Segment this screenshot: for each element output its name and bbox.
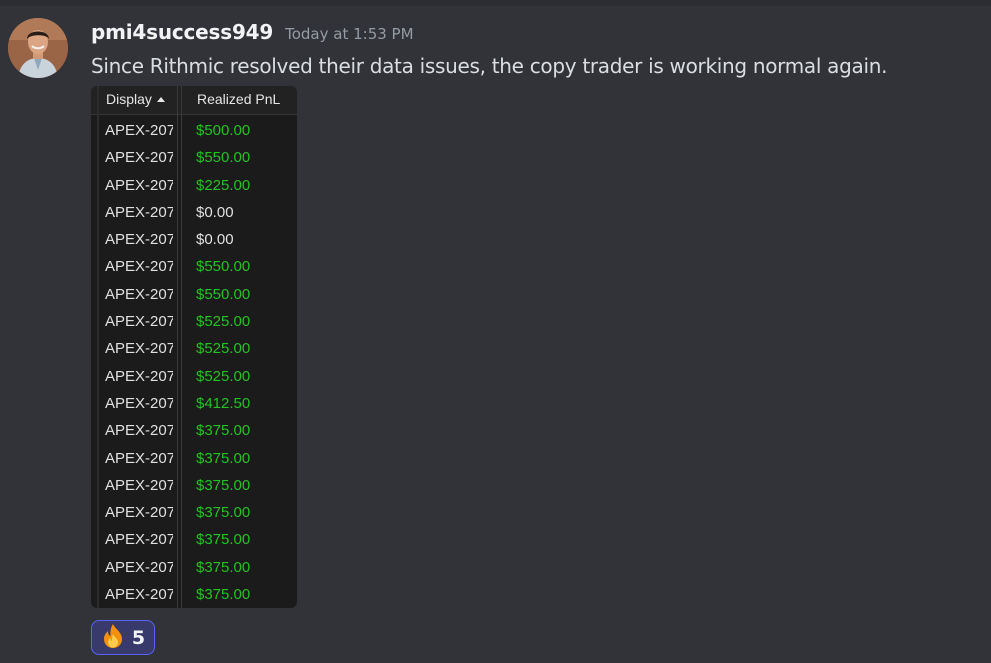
table-row: APEX-207 $0.00 [91, 199, 297, 226]
column-header-display-label: Display [106, 91, 152, 107]
reaction-button[interactable]: 5 [91, 620, 155, 655]
table-row: APEX-207 $375.00 [91, 581, 297, 608]
table-row: APEX-207 $550.00 [91, 253, 297, 280]
cell-display: APEX-207 [105, 258, 173, 276]
table-row: APEX-207 $525.00 [91, 308, 297, 335]
cell-display: APEX-207 [105, 586, 173, 604]
column-header-realized-pnl: Realized PnL [197, 91, 281, 107]
table-row: APEX-207 $500.00 [91, 117, 297, 144]
cell-display: APEX-207 [105, 313, 173, 331]
user-avatar[interactable] [8, 18, 68, 78]
image-attachment[interactable]: Display Realized PnL APEX-207 $500.00 APEX… [91, 86, 297, 608]
cell-realized-pnl: $550.00 [196, 258, 251, 276]
cell-realized-pnl: $375.00 [196, 531, 251, 549]
cell-realized-pnl: $375.00 [196, 558, 251, 576]
sort-ascending-icon [156, 97, 165, 102]
cell-display: APEX-207 [105, 231, 173, 249]
cell-realized-pnl: $525.00 [196, 313, 251, 331]
table-row: APEX-207 $525.00 [91, 335, 297, 362]
cell-realized-pnl: $550.00 [196, 149, 251, 167]
cell-display: APEX-207 [105, 203, 173, 221]
cell-display: APEX-207 [105, 367, 173, 385]
cell-realized-pnl: $225.00 [196, 176, 251, 194]
cell-display: APEX-207 [105, 422, 173, 440]
cell-display: APEX-207 [105, 531, 173, 549]
chat-message: pmi4success949 Today at 1:53 PM Since Ri… [0, 0, 991, 663]
cell-realized-pnl: $500.00 [196, 122, 251, 139]
cell-realized-pnl: $0.00 [196, 203, 234, 221]
cell-display: APEX-207 [105, 476, 173, 494]
message-text: Since Rithmic resolved their data issues… [91, 54, 888, 78]
table-row: APEX-207 $550.00 [91, 281, 297, 308]
cell-display: APEX-207 [105, 149, 173, 167]
cell-display: APEX-207 [105, 504, 173, 522]
cell-realized-pnl: $412.50 [196, 394, 251, 412]
cell-display: APEX-207 [105, 558, 173, 576]
cell-realized-pnl: $375.00 [196, 504, 251, 522]
table-row: APEX-207 $375.00 [91, 445, 297, 472]
cell-display: APEX-207 [105, 285, 173, 303]
cell-display: APEX-207 [105, 122, 173, 139]
reaction-count: 5 [131, 626, 146, 649]
table-body: APEX-207 $500.00 APEX-207 $550.00 APEX-207 $2… [91, 117, 297, 608]
avatar-portrait-icon [8, 18, 68, 78]
username[interactable]: pmi4success949 [91, 20, 273, 44]
column-header-display: Display [106, 91, 165, 107]
cell-realized-pnl: $375.00 [196, 422, 251, 440]
table-row: APEX-207 $375.00 [91, 417, 297, 444]
table-row: APEX-207 $375.00 [91, 472, 297, 499]
cell-realized-pnl: $375.00 [196, 586, 251, 604]
table-row: APEX-207 $375.00 [91, 499, 297, 526]
cell-realized-pnl: $375.00 [196, 476, 251, 494]
table-row: APEX-207 $412.50 [91, 390, 297, 417]
message-timestamp[interactable]: Today at 1:53 PM [285, 25, 413, 43]
table-row: APEX-207 $375.00 [91, 526, 297, 553]
fire-emoji-icon [101, 623, 125, 653]
cell-realized-pnl: $550.00 [196, 285, 251, 303]
message-header: pmi4success949 Today at 1:53 PM [91, 20, 414, 44]
table-row: APEX-207 $550.00 [91, 144, 297, 171]
table-row: APEX-207 $225.00 [91, 172, 297, 199]
cell-display: APEX-207 [105, 340, 173, 358]
table-row: APEX-207 $375.00 [91, 554, 297, 581]
cell-realized-pnl: $375.00 [196, 449, 251, 467]
cell-realized-pnl: $525.00 [196, 367, 251, 385]
cell-display: APEX-207 [105, 449, 173, 467]
cell-display: APEX-207 [105, 394, 173, 412]
cell-display: APEX-207 [105, 176, 173, 194]
table-row: APEX-207 $0.00 [91, 226, 297, 253]
cell-realized-pnl: $0.00 [196, 231, 234, 249]
cell-realized-pnl: $525.00 [196, 340, 251, 358]
table-row: APEX-207 $525.00 [91, 363, 297, 390]
